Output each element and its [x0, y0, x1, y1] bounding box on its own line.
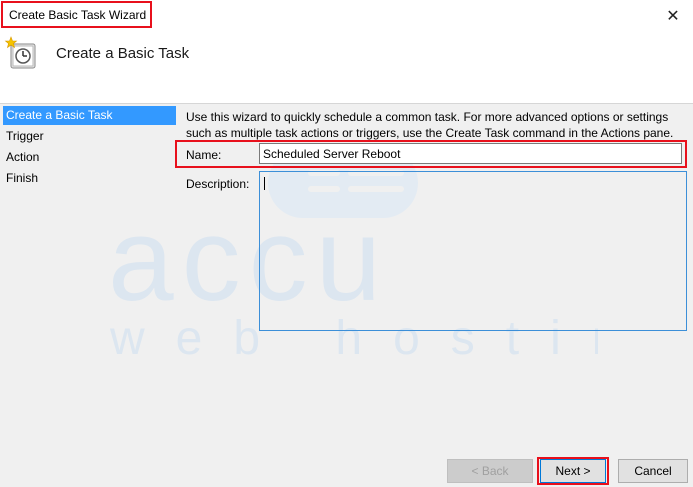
cancel-button[interactable]: Cancel: [618, 459, 688, 483]
step-create-basic-task[interactable]: Create a Basic Task: [3, 106, 176, 125]
next-button[interactable]: Next >: [540, 459, 606, 483]
wizard-steps: Create a Basic Task Trigger Action Finis…: [0, 104, 178, 487]
close-icon: ✕: [666, 8, 680, 25]
task-scheduler-clock-icon: [4, 36, 36, 69]
window-title: Create Basic Task Wizard: [1, 1, 152, 28]
text-caret: [264, 177, 265, 190]
name-label: Name:: [186, 148, 222, 162]
close-button[interactable]: ✕: [653, 0, 693, 32]
back-button[interactable]: < Back: [447, 459, 533, 483]
step-trigger[interactable]: Trigger: [3, 127, 176, 146]
description-label: Description:: [186, 177, 250, 191]
title-bar: Create Basic Task Wizard ✕: [0, 0, 693, 32]
wizard-description: Use this wizard to quickly schedule a co…: [186, 110, 674, 140]
page-title: Create a Basic Task: [56, 45, 190, 62]
wizard-header: Create a Basic Task: [0, 32, 693, 104]
name-input[interactable]: [259, 143, 682, 164]
step-finish[interactable]: Finish: [3, 169, 176, 188]
description-textarea[interactable]: [259, 171, 687, 331]
step-action[interactable]: Action: [3, 148, 176, 167]
